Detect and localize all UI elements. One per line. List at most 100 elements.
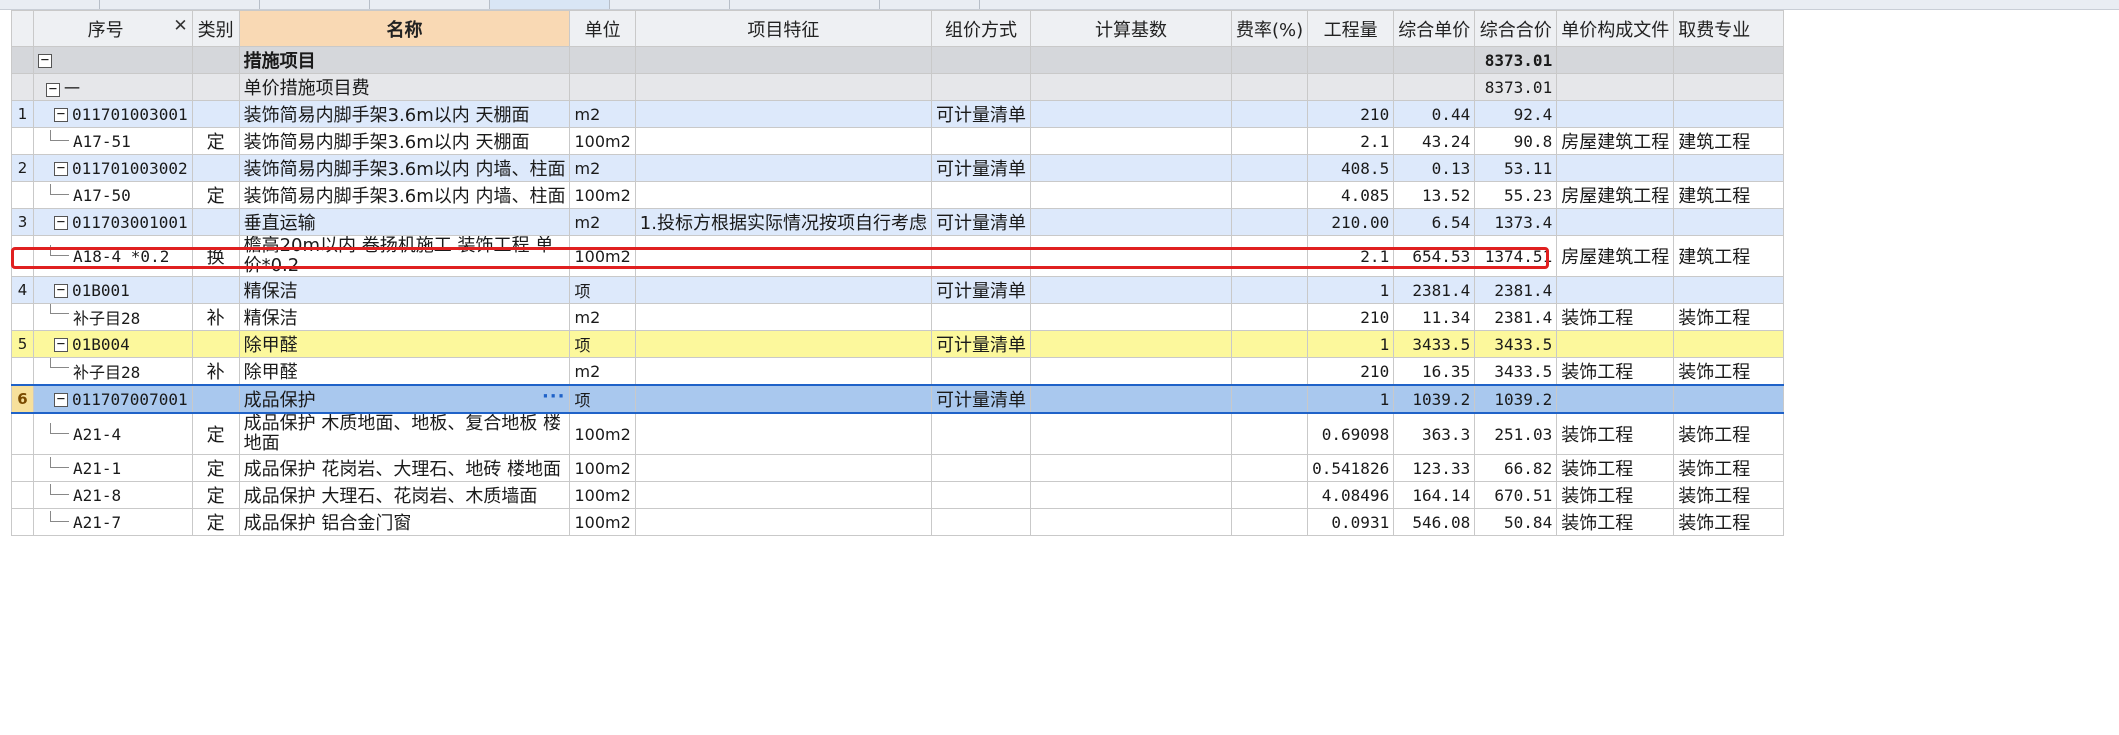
name-cell[interactable]: 成品保护 花岗岩、大理石、地砖 楼地面	[238, 454, 571, 482]
collapse-icon[interactable]: −	[54, 283, 68, 298]
rate-cell[interactable]	[1230, 100, 1309, 128]
header-unit[interactable]: 单位	[569, 10, 636, 47]
tab-7[interactable]	[730, 0, 880, 9]
row-number[interactable]	[11, 235, 34, 277]
unit-cell[interactable]: 项	[569, 384, 636, 414]
major-cell[interactable]: 装饰工程	[1673, 412, 1785, 455]
header-seq[interactable]: 序号 ✕	[33, 10, 193, 47]
unit-price-cell[interactable]	[1393, 46, 1476, 74]
tab-5[interactable]	[490, 0, 610, 9]
code-cell[interactable]: −011707007001	[33, 384, 193, 414]
total-price-cell[interactable]: 1039.2	[1474, 384, 1558, 414]
collapse-icon[interactable]: −	[54, 215, 68, 230]
feature-cell[interactable]	[634, 154, 932, 182]
name-cell[interactable]: 成品保护 木质地面、地板、复合地板 楼地面	[238, 412, 571, 455]
method-cell[interactable]	[930, 303, 1031, 331]
qty-cell[interactable]: 0.69098	[1307, 412, 1395, 455]
name-cell[interactable]: 成品保护 大理石、花岗岩、木质墙面	[238, 481, 571, 509]
base-cell[interactable]	[1029, 127, 1232, 155]
feature-cell[interactable]	[634, 46, 932, 74]
unit-cell[interactable]: m2	[569, 100, 636, 128]
code-cell[interactable]: 补子目28	[33, 303, 193, 331]
list-row[interactable]: 5−01B004 除甲醛项可计量清单 1 3433.5 3433.5	[11, 330, 1785, 358]
row-number[interactable]	[11, 454, 34, 482]
feature-cell[interactable]	[634, 235, 932, 277]
row-number[interactable]: 4	[11, 276, 34, 304]
total-price-cell[interactable]: 670.51	[1474, 481, 1558, 509]
total-price-cell[interactable]: 8373.01	[1474, 46, 1558, 74]
list-row[interactable]: 1−011701003001 装饰简易内脚手架3.6m以内 天棚面 m2 可计量清单 2…	[11, 100, 1785, 128]
qty-cell[interactable]: 1	[1307, 384, 1395, 414]
base-cell[interactable]	[1029, 508, 1232, 536]
base-cell[interactable]	[1029, 235, 1232, 277]
total-price-cell[interactable]: 90.8	[1474, 127, 1558, 155]
name-cell[interactable]: 垂直运输	[238, 208, 571, 236]
code-cell[interactable]: A21-4	[33, 412, 193, 455]
unit-price-cell[interactable]: 164.14	[1393, 481, 1476, 509]
name-cell[interactable]: 装饰简易内脚手架3.6m以内 内墙、柱面	[238, 154, 571, 182]
feature-cell[interactable]	[634, 357, 932, 386]
qty-cell[interactable]: 210.00	[1307, 208, 1395, 236]
base-cell[interactable]	[1029, 181, 1232, 209]
feature-cell[interactable]	[634, 481, 932, 509]
quota-row[interactable]: A21-8 定成品保护 大理石、花岗岩、木质墙面 100m2 4.08496 164.1…	[11, 481, 1785, 509]
method-cell[interactable]	[930, 46, 1031, 74]
unit-price-cell[interactable]: 1039.2	[1393, 384, 1476, 414]
name-cell[interactable]: 精保洁	[238, 303, 571, 331]
total-price-cell[interactable]: 3433.5	[1474, 330, 1558, 358]
name-cell[interactable]: 成品保护 铝合金门窗	[238, 508, 571, 536]
list-row[interactable]: 3−011703001001 垂直运输 m2 1.投标方根据实际情况按项自行考虑 可计量…	[11, 208, 1785, 236]
doc-cell[interactable]	[1556, 276, 1675, 304]
unit-cell[interactable]: 100m2	[569, 235, 636, 277]
kind-cell[interactable]: 换	[191, 235, 240, 277]
qty-cell[interactable]: 1	[1307, 330, 1395, 358]
collapse-icon[interactable]: −	[54, 107, 68, 122]
rate-cell[interactable]	[1230, 208, 1309, 236]
quota-row[interactable]: A18-4 *0.2 换檐高20m以内 卷扬机施工 装饰工程 单价*0.2 100m…	[11, 235, 1785, 277]
unit-price-cell[interactable]: 13.52	[1393, 181, 1476, 209]
code-cell[interactable]: −011701003002	[33, 154, 193, 182]
method-cell[interactable]: 可计量清单	[930, 330, 1031, 358]
rate-cell[interactable]	[1230, 127, 1309, 155]
code-cell[interactable]: A17-50	[33, 181, 193, 209]
total-price-cell[interactable]: 55.23	[1474, 181, 1558, 209]
major-cell[interactable]: 建筑工程	[1673, 181, 1785, 209]
total-price-cell[interactable]: 92.4	[1474, 100, 1558, 128]
unit-price-cell[interactable]: 6.54	[1393, 208, 1476, 236]
name-cell[interactable]: 装饰简易内脚手架3.6m以内 天棚面	[238, 127, 571, 155]
kind-cell[interactable]: 定	[191, 181, 240, 209]
header-doc[interactable]: 单价构成文件	[1556, 10, 1675, 47]
name-cell[interactable]: 精保洁	[238, 276, 571, 304]
row-number[interactable]	[11, 357, 34, 386]
rate-cell[interactable]	[1230, 330, 1309, 358]
code-cell[interactable]: −011703001001	[33, 208, 193, 236]
method-cell[interactable]: 可计量清单	[930, 208, 1031, 236]
kind-cell[interactable]: 补	[191, 357, 240, 386]
kind-cell[interactable]: 定	[191, 481, 240, 509]
major-cell[interactable]	[1673, 276, 1785, 304]
kind-cell[interactable]	[191, 276, 240, 304]
method-cell[interactable]: 可计量清单	[930, 384, 1031, 414]
rate-cell[interactable]	[1230, 154, 1309, 182]
base-cell[interactable]	[1029, 384, 1232, 414]
unit-cell[interactable]: 100m2	[569, 508, 636, 536]
unit-price-cell[interactable]: 11.34	[1393, 303, 1476, 331]
row-number[interactable]	[11, 73, 34, 101]
tab-2[interactable]	[100, 0, 260, 9]
list-row[interactable]: − 一 单价措施项目费 8373.01	[11, 73, 1785, 101]
quota-row[interactable]: A21-1 定成品保护 花岗岩、大理石、地砖 楼地面 100m2 0.541826 12…	[11, 454, 1785, 482]
method-cell[interactable]	[930, 508, 1031, 536]
qty-cell[interactable]: 210	[1307, 357, 1395, 386]
base-cell[interactable]	[1029, 100, 1232, 128]
code-cell[interactable]: −	[33, 46, 193, 74]
qty-cell[interactable]: 408.5	[1307, 154, 1395, 182]
kind-cell[interactable]: 定	[191, 412, 240, 455]
kind-cell[interactable]: 定	[191, 127, 240, 155]
method-cell[interactable]	[930, 127, 1031, 155]
major-cell[interactable]	[1673, 154, 1785, 182]
unit-price-cell[interactable]: 16.35	[1393, 357, 1476, 386]
doc-cell[interactable]	[1556, 330, 1675, 358]
row-number[interactable]: 3	[11, 208, 34, 236]
method-cell[interactable]	[930, 454, 1031, 482]
kind-cell[interactable]	[191, 208, 240, 236]
